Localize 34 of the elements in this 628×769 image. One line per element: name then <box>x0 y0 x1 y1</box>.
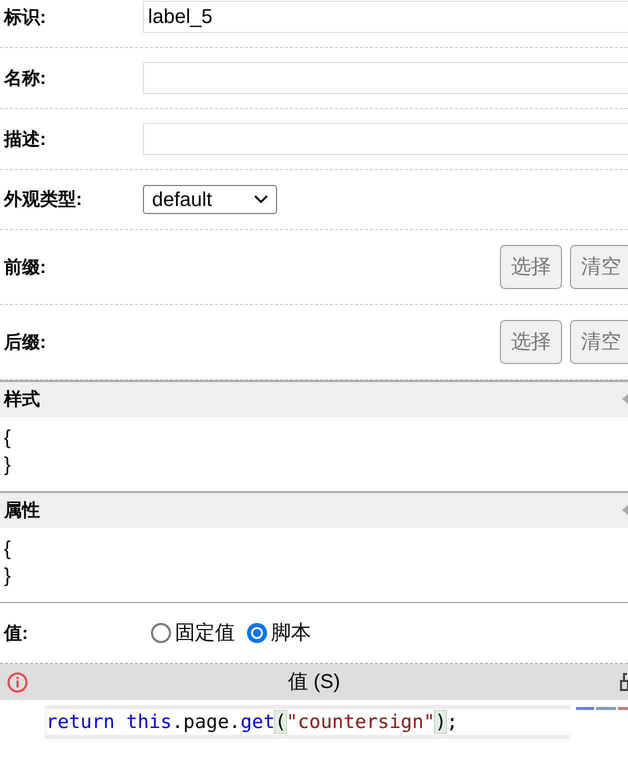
code-editor[interactable]: return this.page.get("countersign"); <box>45 705 570 739</box>
field-label: 描述: <box>4 128 47 150</box>
input-field[interactable]: label_5 <box>143 1 628 33</box>
field-label: 名称: <box>4 66 47 90</box>
section-title: 样式 <box>4 388 40 411</box>
code-line: return this.page.get("countersign"); <box>46 710 458 735</box>
chevron-down-icon <box>254 195 268 204</box>
code-line: { <box>4 537 12 562</box>
info-icon[interactable] <box>7 672 28 693</box>
field-label: 值: <box>4 622 29 644</box>
radio-option[interactable]: 固定值 <box>151 618 235 648</box>
section-title: 属性 <box>4 499 40 522</box>
picker-button[interactable]: 选择 <box>500 320 562 364</box>
collapse-icon[interactable] <box>620 503 628 517</box>
field-label: 后缀: <box>4 330 47 354</box>
picker-button[interactable]: 清空 <box>570 320 628 364</box>
maximize-icon[interactable] <box>620 673 628 691</box>
minimap-drawing <box>576 707 628 710</box>
picker-button[interactable]: 清空 <box>570 245 628 289</box>
input-field[interactable] <box>143 62 628 94</box>
code-line: { <box>4 426 12 451</box>
picker-button[interactable]: 选择 <box>500 245 562 289</box>
field-label: 前缀: <box>4 256 47 278</box>
dropdown[interactable]: default <box>143 185 277 214</box>
code-line: } <box>4 453 12 478</box>
radio-button[interactable] <box>151 623 171 643</box>
field-label: 标识: <box>4 6 47 28</box>
radio-option[interactable]: 脚本 <box>247 618 311 648</box>
collapse-icon[interactable] <box>620 392 628 406</box>
radio-button[interactable] <box>247 623 267 643</box>
field-label: 外观类型: <box>4 188 83 211</box>
panel-title: 值 (S) <box>288 670 340 695</box>
code-line: } <box>4 564 12 589</box>
input-field[interactable] <box>143 123 628 155</box>
